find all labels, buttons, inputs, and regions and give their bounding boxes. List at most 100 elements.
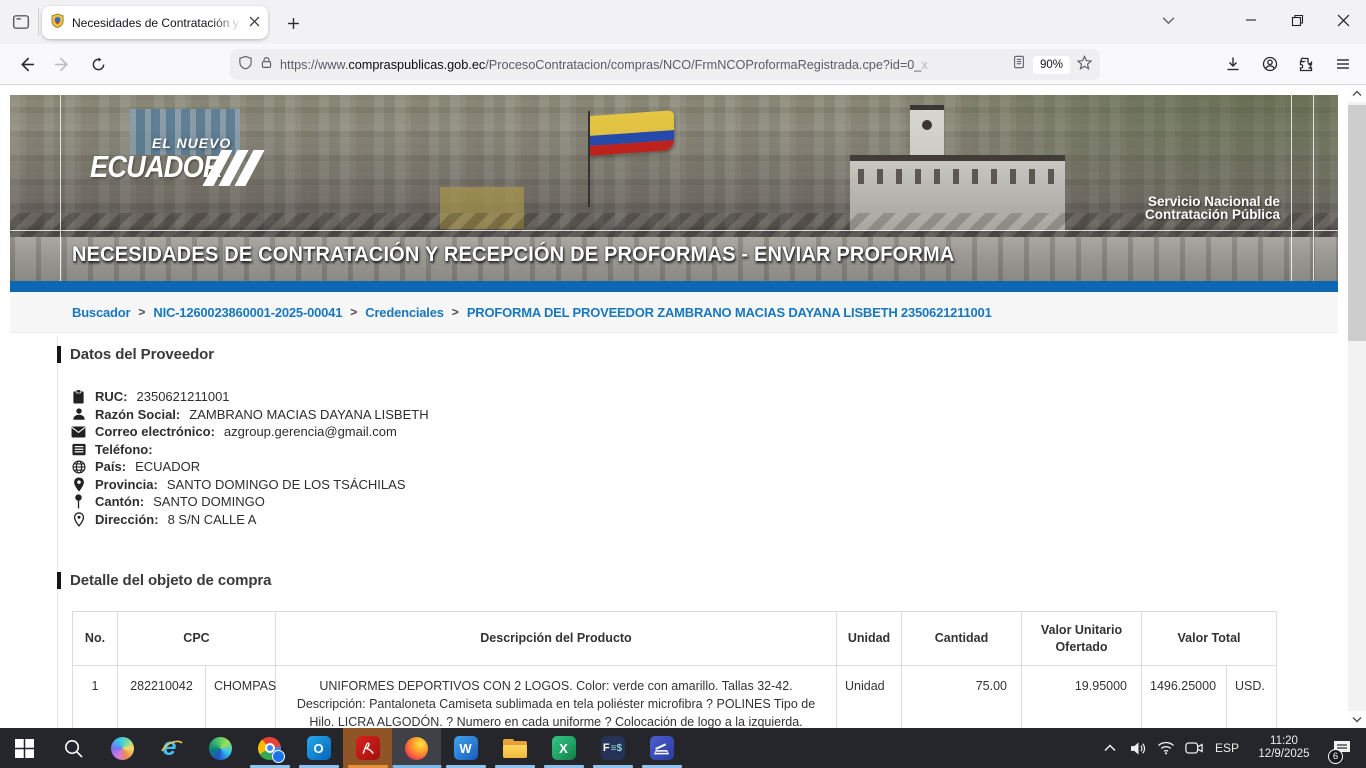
- zoom-level-badge[interactable]: 90%: [1033, 56, 1070, 74]
- envelope-icon: [71, 424, 86, 439]
- page-scrollbar[interactable]: [1348, 85, 1366, 728]
- col-cantidad: Cantidad: [902, 612, 1022, 666]
- chrome-icon[interactable]: [245, 728, 294, 768]
- tracking-shield-icon[interactable]: [238, 55, 253, 75]
- account-icon[interactable]: [1254, 48, 1286, 80]
- language-indicator[interactable]: ESP: [1210, 741, 1244, 755]
- cell-moneda: USD.: [1227, 666, 1277, 729]
- reader-mode-icon[interactable]: [1012, 55, 1026, 74]
- field-telefono: Teléfono:: [71, 441, 429, 459]
- user-icon: [71, 407, 86, 422]
- field-label: Cantón:: [95, 494, 144, 509]
- map-marker-icon: [71, 477, 86, 492]
- scrollbar-thumb[interactable]: [1348, 105, 1366, 341]
- file-explorer-icon[interactable]: [490, 728, 539, 768]
- list-all-tabs-icon[interactable]: [1145, 0, 1191, 40]
- window-minimize-button[interactable]: [1228, 0, 1274, 40]
- breadcrumb-link-buscador[interactable]: Buscador: [72, 305, 130, 320]
- internet-explorer-icon[interactable]: e: [147, 728, 196, 768]
- edge-icon[interactable]: [196, 728, 245, 768]
- acrobat-icon[interactable]: [343, 728, 392, 768]
- provider-fields: RUC: 2350621211001 Razón Social: ZAMBRAN…: [71, 388, 429, 528]
- excel-icon[interactable]: X: [539, 728, 588, 768]
- word-icon[interactable]: W: [441, 728, 490, 768]
- field-label: Razón Social:: [95, 407, 180, 422]
- taskbar-search-icon[interactable]: [49, 728, 98, 768]
- tab-title: Necesidades de Contratación y: [72, 16, 242, 30]
- tray-chevron-up-icon[interactable]: [1098, 728, 1122, 768]
- section-marker: [57, 346, 61, 363]
- col-no: No.: [73, 612, 118, 666]
- finance-app-icon[interactable]: F≡$: [588, 728, 637, 768]
- volume-icon[interactable]: [1126, 728, 1150, 768]
- header-banner: EL NUEVO ECUADOR Servicio Nacional de Co…: [10, 95, 1338, 281]
- grid-line: [60, 95, 61, 281]
- active-tab[interactable]: Necesidades de Contratación y: [42, 6, 268, 39]
- favicon-ecuador-crest: [50, 13, 65, 33]
- reload-button[interactable]: [82, 48, 114, 80]
- menu-hamburger-icon[interactable]: [1327, 48, 1359, 80]
- field-value: SANTO DOMINGO DE LOS TSÁCHILAS: [167, 477, 406, 492]
- field-value: 8 S/N CALLE A: [168, 512, 257, 527]
- logo-text-main: ECUADOR: [90, 151, 222, 182]
- scanner-app-icon[interactable]: [637, 728, 686, 768]
- breadcrumb-link-nic[interactable]: NIC-1260023860001-2025-00041: [153, 305, 342, 320]
- tab-separator: [38, 8, 39, 36]
- downloads-icon[interactable]: [1217, 48, 1249, 80]
- section-title: Detalle del objeto de compra: [70, 572, 271, 589]
- breadcrumb-separator: >: [350, 305, 357, 319]
- col-descripcion: Descripción del Producto: [276, 612, 837, 666]
- table-header-row: No. CPC Descripción del Producto Unidad …: [73, 612, 1277, 666]
- clipboard-icon: [71, 389, 86, 404]
- system-tray: ESP 11:20 12/9/2025 6: [1098, 728, 1366, 768]
- window-close-button[interactable]: [1320, 0, 1366, 40]
- field-label: Teléfono:: [95, 442, 153, 457]
- section-provider-header: Datos del Proveedor: [57, 346, 214, 363]
- org-line2: Contratación Pública: [1145, 208, 1280, 221]
- notification-center-icon[interactable]: 6: [1324, 728, 1360, 768]
- bookmark-star-icon[interactable]: [1077, 55, 1092, 75]
- el-nuevo-ecuador-logo: EL NUEVO ECUADOR: [90, 135, 240, 182]
- web-page: EL NUEVO ECUADOR Servicio Nacional de Co…: [0, 85, 1366, 728]
- tab-close-icon[interactable]: [249, 14, 260, 32]
- content-left-rule: [57, 337, 58, 728]
- extensions-puzzle-icon[interactable]: [1290, 48, 1322, 80]
- url-text: https://www.compraspublicas.gob.ec/Proce…: [280, 58, 1005, 72]
- cell-cpc-name: CHOMPAS: [206, 666, 276, 729]
- back-button[interactable]: [10, 48, 42, 80]
- page-title: NECESIDADES DE CONTRATACIÓN Y RECEPCIÓN …: [72, 242, 955, 267]
- logo-stripes: [212, 150, 255, 186]
- copilot-icon[interactable]: [98, 728, 147, 768]
- window-restore-button[interactable]: [1274, 0, 1320, 40]
- field-ruc: RUC: 2350621211001: [71, 388, 429, 406]
- scrollbar-up-arrow[interactable]: [1348, 85, 1366, 102]
- field-razon-social: Razón Social: ZAMBRANO MACIAS DAYANA LIS…: [71, 406, 429, 424]
- breadcrumb-link-credenciales[interactable]: Credenciales: [365, 305, 444, 320]
- wifi-icon[interactable]: [1154, 728, 1178, 768]
- field-value: SANTO DOMINGO: [153, 494, 265, 509]
- meet-now-icon[interactable]: [1182, 728, 1206, 768]
- scrollbar-down-arrow[interactable]: [1348, 711, 1366, 728]
- cell-valor-unitario: 19.95000: [1022, 666, 1142, 729]
- start-button[interactable]: [0, 728, 49, 768]
- field-correo: Correo electrónico: azgroup.gerencia@gma…: [71, 423, 429, 441]
- sidebar-toggle-icon[interactable]: [8, 10, 34, 34]
- field-label: Dirección:: [95, 512, 159, 527]
- field-provincia: Provincia: SANTO DOMINGO DE LOS TSÁCHILA…: [71, 476, 429, 494]
- notification-badge: 6: [1328, 749, 1343, 764]
- firefox-icon[interactable]: [392, 728, 441, 768]
- clock[interactable]: 11:20 12/9/2025: [1248, 735, 1320, 761]
- outlook-icon[interactable]: O: [294, 728, 343, 768]
- browser-tab-bar: Necesidades de Contratación y: [0, 0, 1366, 44]
- field-label: País:: [95, 459, 126, 474]
- field-value: azgroup.gerencia@gmail.com: [224, 424, 397, 439]
- forward-button[interactable]: [46, 48, 78, 80]
- grid-line: [10, 230, 1338, 231]
- col-valor-total: Valor Total: [1142, 612, 1277, 666]
- lock-icon[interactable]: [260, 56, 273, 74]
- breadcrumb-current-proforma[interactable]: PROFORMA DEL PROVEEDOR ZAMBRANO MACIAS D…: [467, 305, 992, 320]
- url-bar[interactable]: https://www.compraspublicas.gob.ec/Proce…: [230, 49, 1100, 80]
- cell-descripcion: UNIFORMES DEPORTIVOS CON 2 LOGOS. Color:…: [276, 666, 837, 729]
- field-direccion: Dirección: 8 S/N CALLE A: [71, 511, 429, 529]
- new-tab-button[interactable]: [280, 10, 306, 36]
